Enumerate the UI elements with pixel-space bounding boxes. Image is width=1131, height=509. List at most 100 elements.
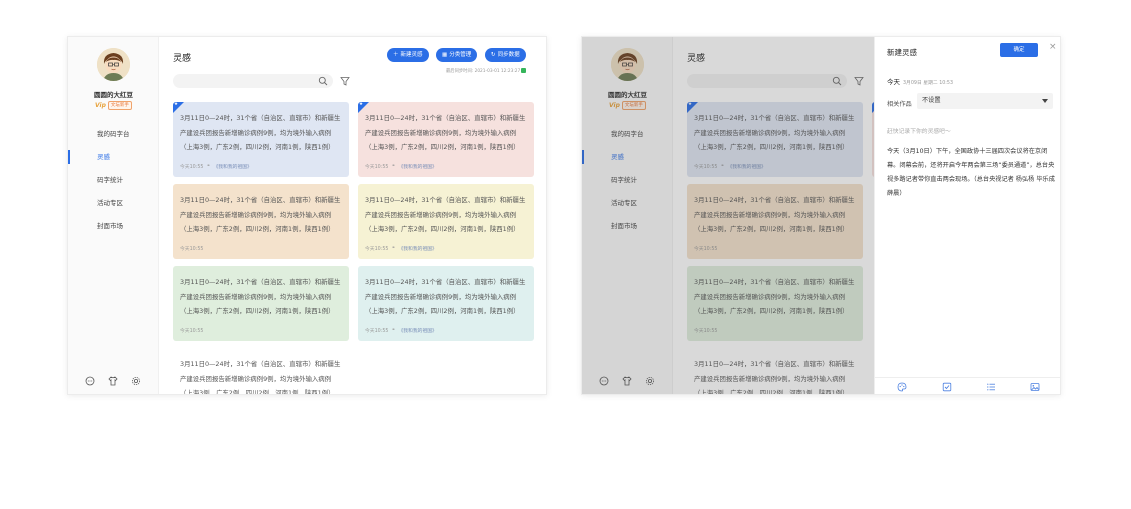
level-badge: 文坛新手	[621, 101, 646, 110]
new-inspiration-button[interactable]: ＋新建灵感	[387, 48, 429, 62]
inspiration-card[interactable]: ★ 3月11日0—24时，31个省（自治区、直辖市）和新疆生产建设兵团报告新增确…	[687, 102, 863, 177]
chat-icon[interactable]	[85, 376, 95, 386]
main-content: 灵感 ＋新建灵感 ▦ 分类管理 ↻ 同步数据 最后同步时间: 2021-03-01 …	[159, 37, 546, 395]
username: 圆圆的大红豆	[608, 91, 647, 99]
link-icon: ⚭	[391, 246, 396, 251]
gear-icon[interactable]	[645, 376, 655, 386]
inspiration-card[interactable]: ★ 3月11日0—24时，31个省（自治区、直辖市）和新疆生产建设兵团报告新增确…	[173, 102, 349, 177]
vip-icon: Vip	[609, 102, 620, 109]
search-input[interactable]	[173, 74, 333, 88]
gear-icon[interactable]	[131, 376, 141, 386]
vip-row: Vip 文坛新手	[609, 101, 646, 110]
related-work-label: 相关作品	[887, 101, 912, 108]
sync-ok-icon	[521, 68, 527, 73]
nav-item-workbench[interactable]: 我的码字台	[582, 127, 673, 141]
inspiration-card[interactable]: 3月11日0—24时，31个省（自治区、直辖市）和新疆生产建设兵团报告新增确诊病…	[687, 348, 863, 395]
avatar[interactable]	[97, 48, 130, 81]
card-text: 3月11日0—24时，31个省（自治区、直辖市）和新疆生产建设兵团报告新增确诊病…	[365, 114, 526, 151]
card-text: 3月11日0—24时，31个省（自治区、直辖市）和新疆生产建设兵团报告新增确诊病…	[180, 114, 341, 151]
card-meta: 今天10:55 ⚭ 《我和我的祖国》	[365, 163, 437, 170]
nav-item-workbench[interactable]: 我的码字台	[68, 127, 159, 141]
card-text: 3月11日0—24时，31个省（自治区、直辖市）和新疆生产建设兵团报告新增确诊病…	[180, 278, 341, 315]
card-meta: 今天10:55	[180, 329, 204, 334]
card-meta: 今天10:55 ⚭ 《我和我的祖国》	[365, 245, 437, 252]
date-row: 今天 3月09日 星期二 10:53	[887, 78, 954, 86]
card-text: 3月11日0—24时，31个省（自治区、直辖市）和新疆生产建设兵团报告新增确诊病…	[694, 114, 855, 151]
search-icon[interactable]	[318, 76, 328, 86]
link-icon: ⚭	[391, 164, 396, 169]
username: 圆圆的大红豆	[94, 91, 133, 99]
card-meta: 今天10:55	[694, 329, 718, 334]
nav-item-cover-market[interactable]: 封面市场	[68, 219, 159, 233]
filter-icon[interactable]	[340, 76, 350, 86]
card-text: 3月11日0—24时，31个省（自治区、直辖市）和新疆生产建设兵团报告新增确诊病…	[694, 360, 855, 395]
search-input[interactable]	[687, 74, 847, 88]
card-meta: 今天10:55	[694, 247, 718, 252]
card-text: 3月11日0—24时，31个省（自治区、直辖市）和新疆生产建设兵团报告新增确诊病…	[694, 278, 855, 315]
checkbox-icon[interactable]	[942, 382, 952, 392]
list-icon[interactable]	[986, 382, 996, 392]
palette-icon[interactable]	[897, 382, 907, 392]
star-icon: ★	[174, 102, 179, 107]
vip-icon: Vip	[95, 102, 106, 109]
shirt-icon[interactable]	[108, 376, 118, 386]
filter-icon[interactable]	[854, 76, 864, 86]
card-work-tag[interactable]: 《我和我的祖国》	[213, 163, 251, 170]
card-text: 3月11日0—24时，31个省（自治区、直辖市）和新疆生产建设兵团报告新增确诊病…	[365, 196, 526, 233]
inspiration-card[interactable]: 3月11日0—24时，31个省（自治区、直辖市）和新疆生产建设兵团报告新增确诊病…	[687, 184, 863, 259]
card-work-tag[interactable]: 《我和我的祖国》	[398, 327, 436, 334]
card-work-tag[interactable]: 《我和我的祖国》	[398, 163, 436, 170]
category-manage-button[interactable]: ▦ 分类管理	[436, 48, 478, 62]
image-icon[interactable]	[1030, 382, 1040, 392]
card-meta: 今天10:55 ⚭ 《我和我的祖国》	[365, 327, 437, 334]
star-icon: ★	[688, 102, 693, 107]
card-meta: 今天10:55 ⚭ 《我和我的祖国》	[180, 163, 252, 170]
nav-item-inspiration[interactable]: 灵感	[582, 150, 673, 164]
link-icon: ⚭	[391, 328, 396, 333]
card-meta: 今天10:55 ⚭ 《我和我的祖国》	[694, 163, 766, 170]
note-placeholder[interactable]: 赶快记录下你的灵感吧～	[887, 126, 951, 135]
close-icon[interactable]: ×	[1049, 42, 1057, 52]
card-work-tag[interactable]: 《我和我的祖国》	[727, 163, 765, 170]
nav-item-stats[interactable]: 码字统计	[68, 173, 159, 187]
confirm-button[interactable]: 确定	[1000, 43, 1038, 57]
star-icon: ★	[359, 102, 364, 107]
card-text: 3月11日0—24时，31个省（自治区、直辖市）和新疆生产建设兵团报告新增确诊病…	[180, 360, 341, 395]
nav-item-events[interactable]: 活动专区	[68, 196, 159, 210]
sync-data-button[interactable]: ↻ 同步数据	[485, 48, 526, 62]
nav-item-stats[interactable]: 码字统计	[582, 173, 673, 187]
caret-down-icon	[1042, 99, 1048, 103]
card-text: 3月11日0—24时，31个省（自治区、直辖市）和新疆生产建设兵团报告新增确诊病…	[694, 196, 855, 233]
panel-title: 新建灵感	[887, 48, 917, 57]
vip-row: Vip 文坛新手	[95, 101, 132, 110]
level-badge: 文坛新手	[107, 101, 132, 110]
nav-item-events[interactable]: 活动专区	[582, 196, 673, 210]
inspiration-card[interactable]: 3月11日0—24时，31个省（自治区、直辖市）和新疆生产建设兵团报告新增确诊病…	[358, 266, 534, 341]
shirt-icon[interactable]	[622, 376, 632, 386]
inspiration-card[interactable]: ★ 3月11日0—24时，31个省（自治区、直辖市）和新疆生产建设兵团报告新增确…	[358, 102, 534, 177]
nav-item-inspiration[interactable]: 灵感	[68, 150, 159, 164]
page-title: 灵感	[687, 54, 706, 64]
note-editor[interactable]: 今天（3月10日）下午，全国政协十三届四次会议将在京闭幕。闭幕会前，还将开启今年…	[887, 145, 1055, 201]
avatar[interactable]	[611, 48, 644, 81]
new-inspiration-panel: 新建灵感 确定 × 今天 3月09日 星期二 10:53 相关作品 不设置 赶快记…	[874, 37, 1060, 394]
inspiration-card[interactable]: 3月11日0—24时，31个省（自治区、直辖市）和新疆生产建设兵团报告新增确诊病…	[358, 184, 534, 259]
link-icon: ⚭	[206, 164, 211, 169]
related-work-select[interactable]: 不设置	[917, 93, 1053, 109]
inspiration-card[interactable]: 3月11日0—24时，31个省（自治区、直辖市）和新疆生产建设兵团报告新增确诊病…	[173, 266, 349, 341]
inspiration-card[interactable]: 3月11日0—24时，31个省（自治区、直辖市）和新疆生产建设兵团报告新增确诊病…	[687, 266, 863, 341]
link-icon: ⚭	[720, 164, 725, 169]
nav-item-cover-market[interactable]: 封面市场	[582, 219, 673, 233]
card-text: 3月11日0—24时，31个省（自治区、直辖市）和新疆生产建设兵团报告新增确诊病…	[365, 278, 526, 315]
search-icon[interactable]	[832, 76, 842, 86]
sync-status: 最后同步时间: 2021-03-01 12:23:27	[446, 68, 527, 74]
card-text: 3月11日0—24时，31个省（自治区、直辖市）和新疆生产建设兵团报告新增确诊病…	[180, 196, 341, 233]
inspiration-card[interactable]: 3月11日0—24时，31个省（自治区、直辖市）和新疆生产建设兵团报告新增确诊病…	[173, 348, 349, 395]
card-work-tag[interactable]: 《我和我的祖国》	[398, 245, 436, 252]
category-icon: ▦	[442, 52, 448, 58]
screen-new-inspiration: 圆圆的大红豆 Vip 文坛新手 我的码字台 灵感 码字统计 活动专区 封面市场 …	[581, 36, 1061, 395]
inspiration-card[interactable]: 3月11日0—24时，31个省（自治区、直辖市）和新疆生产建设兵团报告新增确诊病…	[173, 184, 349, 259]
sidebar: 圆圆的大红豆 Vip 文坛新手 我的码字台 灵感 码字统计 活动专区 封面市场	[582, 37, 673, 394]
sidebar: 圆圆的大红豆 Vip 文坛新手 我的码字台 灵感 码字统计 活动专区 封面市场	[68, 37, 159, 394]
chat-icon[interactable]	[599, 376, 609, 386]
